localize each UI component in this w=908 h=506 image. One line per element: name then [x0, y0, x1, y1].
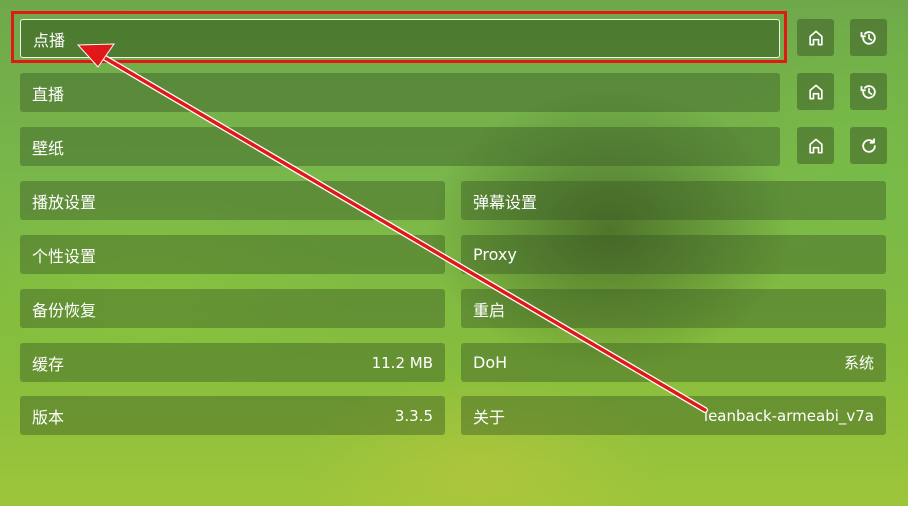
vod-history-button[interactable]	[850, 19, 887, 56]
doh-row[interactable]: DoH 系统	[461, 343, 886, 382]
about-label: 关于	[473, 407, 506, 427]
wallpaper-label: 壁纸	[32, 138, 65, 158]
cache-row[interactable]: 缓存 11.2 MB	[20, 343, 445, 382]
live-history-button[interactable]	[850, 73, 887, 110]
doh-value: 系统	[843, 354, 874, 372]
backup-restore-row[interactable]: 备份恢复	[20, 289, 445, 328]
restart-label: 重启	[473, 300, 506, 320]
cache-label: 缓存	[32, 354, 65, 374]
version-row[interactable]: 版本 3.3.5	[20, 396, 445, 435]
restart-row[interactable]: 重启	[461, 289, 886, 328]
vod-label: 点播	[33, 30, 66, 50]
version-value: 3.3.5	[394, 406, 433, 425]
wallpaper-row[interactable]: 壁纸	[20, 127, 780, 166]
live-home-button[interactable]	[797, 73, 834, 110]
refresh-icon	[861, 138, 876, 153]
history-icon	[860, 30, 876, 45]
backup-restore-label: 备份恢复	[32, 300, 97, 320]
home-icon	[808, 138, 823, 153]
proxy-row[interactable]: Proxy	[461, 235, 886, 274]
wallpaper-home-button[interactable]	[797, 127, 834, 164]
playback-settings-row[interactable]: 播放设置	[20, 181, 445, 220]
danmaku-settings-row[interactable]: 弹幕设置	[461, 181, 886, 220]
cache-value: 11.2 MB	[371, 353, 433, 372]
home-icon	[808, 84, 823, 99]
about-row[interactable]: 关于 leanback-armeabi_v7a	[461, 396, 886, 435]
about-value: leanback-armeabi_v7a	[703, 406, 874, 425]
live-label: 直播	[32, 84, 65, 104]
history-icon	[860, 84, 876, 99]
personal-settings-label: 个性设置	[32, 246, 97, 266]
personal-settings-row[interactable]: 个性设置	[20, 235, 445, 274]
doh-label: DoH	[473, 353, 508, 372]
vod-row[interactable]: 点播	[20, 19, 780, 58]
vod-home-button[interactable]	[797, 19, 834, 56]
proxy-label: Proxy	[473, 245, 517, 264]
danmaku-settings-label: 弹幕设置	[473, 192, 538, 212]
version-label: 版本	[32, 407, 65, 427]
home-icon	[808, 30, 823, 46]
live-row[interactable]: 直播	[20, 73, 780, 112]
wallpaper-refresh-button[interactable]	[850, 127, 887, 164]
playback-settings-label: 播放设置	[32, 192, 97, 212]
